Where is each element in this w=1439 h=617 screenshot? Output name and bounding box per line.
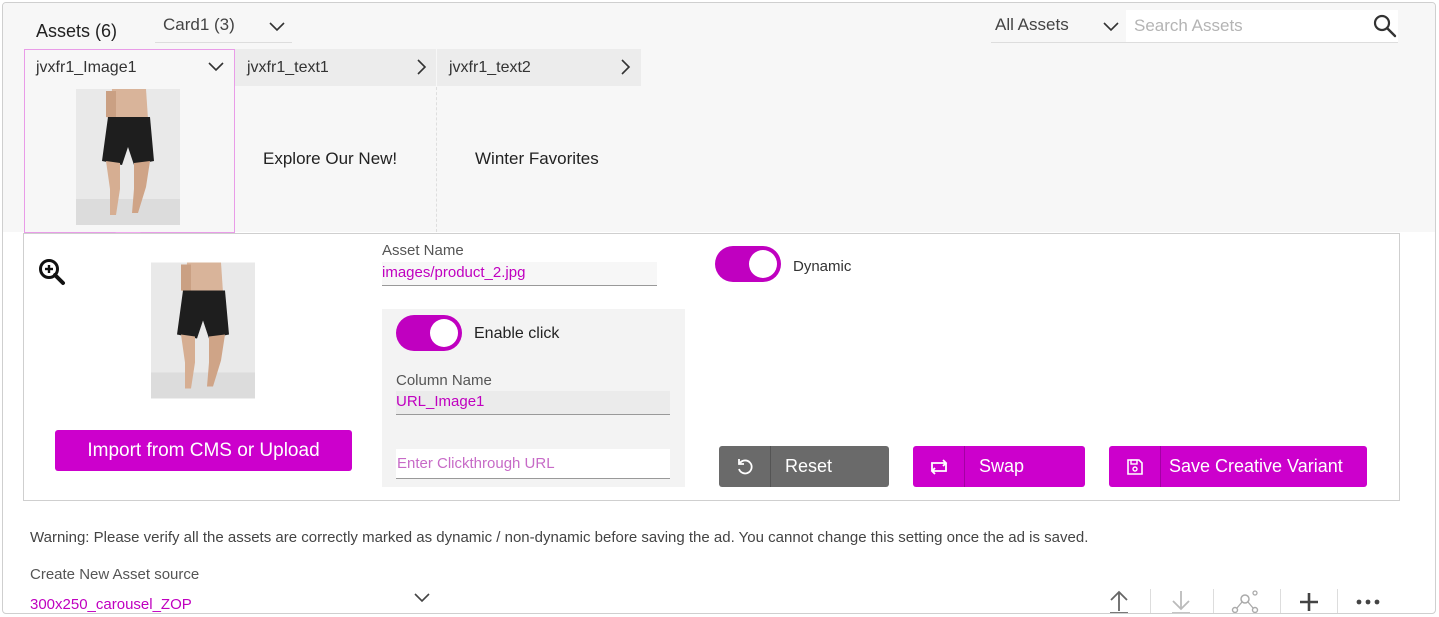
asset-detail-panel: Import from CMS or Upload Asset Name ima… xyxy=(23,233,1400,501)
dynamic-toggle[interactable] xyxy=(715,246,781,282)
search-icon[interactable] xyxy=(1372,13,1398,39)
chevron-down-icon xyxy=(1103,22,1119,32)
asset-editor: Assets (6) Card1 (3) All Assets jvxfr1_I… xyxy=(2,2,1436,614)
import-upload-button[interactable]: Import from CMS or Upload xyxy=(55,430,352,471)
asset-name-value: images/product_2.jpg xyxy=(382,264,526,281)
asset-tab-text2[interactable]: jvxfr1_text2 xyxy=(437,49,641,86)
asset-tab-label: jvxfr1_text1 xyxy=(247,59,329,76)
search-box xyxy=(1126,10,1398,43)
clickthrough-url-input[interactable] xyxy=(396,449,670,479)
dynamic-label: Dynamic xyxy=(793,258,852,275)
chevron-right-icon xyxy=(417,59,427,75)
column-name-field[interactable]: URL_Image1 xyxy=(396,391,670,415)
swap-button-label: Swap xyxy=(979,456,1025,476)
tab-divider xyxy=(436,87,437,232)
warning-message: Warning: Please verify all the assets ar… xyxy=(30,529,1089,546)
asset-preview-text1[interactable]: Explore Our New! xyxy=(263,149,397,169)
assets-header: Assets (6) Card1 (3) All Assets jvxfr1_I… xyxy=(3,3,1435,233)
upload-icon[interactable] xyxy=(1104,587,1134,613)
asset-thumbnail-image1[interactable] xyxy=(76,89,180,225)
filter-select-value: All Assets xyxy=(995,15,1069,34)
enable-click-toggle[interactable] xyxy=(396,315,462,351)
filter-select[interactable]: All Assets xyxy=(991,11,1126,43)
swap-icon xyxy=(913,446,965,487)
chevron-down-icon xyxy=(269,22,285,32)
asset-tab-label: jvxfr1_Image1 xyxy=(36,59,137,76)
floppy-disk-icon xyxy=(1109,446,1161,487)
column-name-label: Column Name xyxy=(396,372,492,389)
reset-button[interactable]: Reset xyxy=(719,446,889,487)
more-horizontal-icon[interactable] xyxy=(1353,587,1383,613)
assets-title: Assets (6) xyxy=(36,21,118,41)
asset-preview-text2[interactable]: Winter Favorites xyxy=(475,149,599,169)
create-source-label: Create New Asset source xyxy=(30,566,200,583)
asset-tab-image1[interactable]: jvxfr1_Image1 xyxy=(24,49,234,86)
plus-icon[interactable] xyxy=(1294,587,1324,613)
search-input[interactable] xyxy=(1134,16,1364,36)
undo-icon xyxy=(719,446,771,487)
bottom-toolbar xyxy=(3,587,1435,613)
card-select-value: Card1 (3) xyxy=(163,15,235,34)
column-name-value: URL_Image1 xyxy=(396,393,485,410)
asset-tab-text1[interactable]: jvxfr1_text1 xyxy=(235,49,436,86)
save-creative-variant-button[interactable]: Save Creative Variant xyxy=(1109,446,1367,487)
asset-preview-image xyxy=(151,262,255,399)
card-select[interactable]: Card1 (3) xyxy=(155,11,292,43)
asset-name-label: Asset Name xyxy=(382,242,464,259)
chevron-right-icon xyxy=(621,59,631,75)
enable-click-label: Enable click xyxy=(474,325,560,342)
zoom-in-icon[interactable] xyxy=(38,258,66,286)
download-icon[interactable] xyxy=(1166,587,1196,613)
network-icon[interactable] xyxy=(1230,587,1260,613)
swap-button[interactable]: Swap xyxy=(913,446,1085,487)
asset-tab-label: jvxfr1_text2 xyxy=(449,59,531,76)
click-settings: Enable click Column Name URL_Image1 xyxy=(382,309,685,487)
chevron-down-icon xyxy=(208,62,224,72)
asset-name-field[interactable]: images/product_2.jpg xyxy=(382,262,657,286)
reset-button-label: Reset xyxy=(785,456,833,476)
save-button-label: Save Creative Variant xyxy=(1169,456,1343,476)
